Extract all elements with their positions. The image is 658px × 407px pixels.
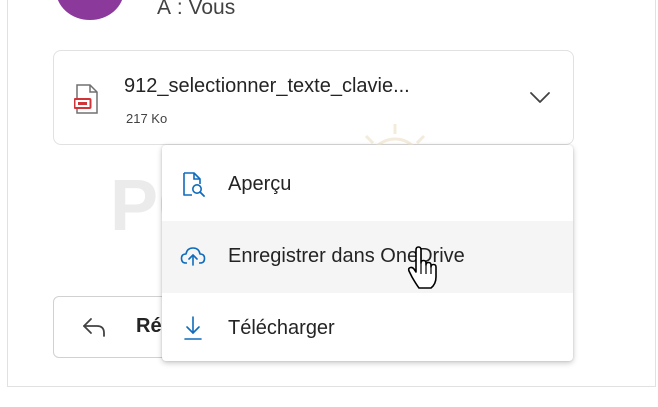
cloud-upload-icon [180, 247, 206, 266]
hand-cursor-icon [407, 246, 437, 289]
menu-item-label: Télécharger [228, 317, 335, 339]
attachment-file-name: 912_selectionner_texte_clavie... [124, 75, 410, 97]
menu-item-label: Aperçu [228, 173, 292, 195]
recipient-line: À : Vous [157, 0, 236, 19]
reply-label: Ré [136, 315, 162, 337]
attachment-file-size: 217 Ko [126, 111, 168, 126]
preview-icon [183, 172, 205, 197]
chevron-down-icon[interactable] [528, 87, 552, 107]
menu-item-telecharger[interactable]: Télécharger [162, 293, 573, 365]
menu-item-apercu[interactable]: Aperçu [162, 149, 573, 221]
attachment-context-menu: Aperçu Enregistrer dans OneDrive Télécha… [162, 145, 573, 361]
attachment-card[interactable]: 912_selectionner_texte_clavie... 217 Ko [53, 50, 574, 145]
menu-item-save-onedrive[interactable]: Enregistrer dans OneDrive [162, 221, 573, 293]
pdf-file-icon [74, 84, 98, 114]
reply-icon [83, 318, 105, 337]
download-icon [184, 316, 202, 340]
